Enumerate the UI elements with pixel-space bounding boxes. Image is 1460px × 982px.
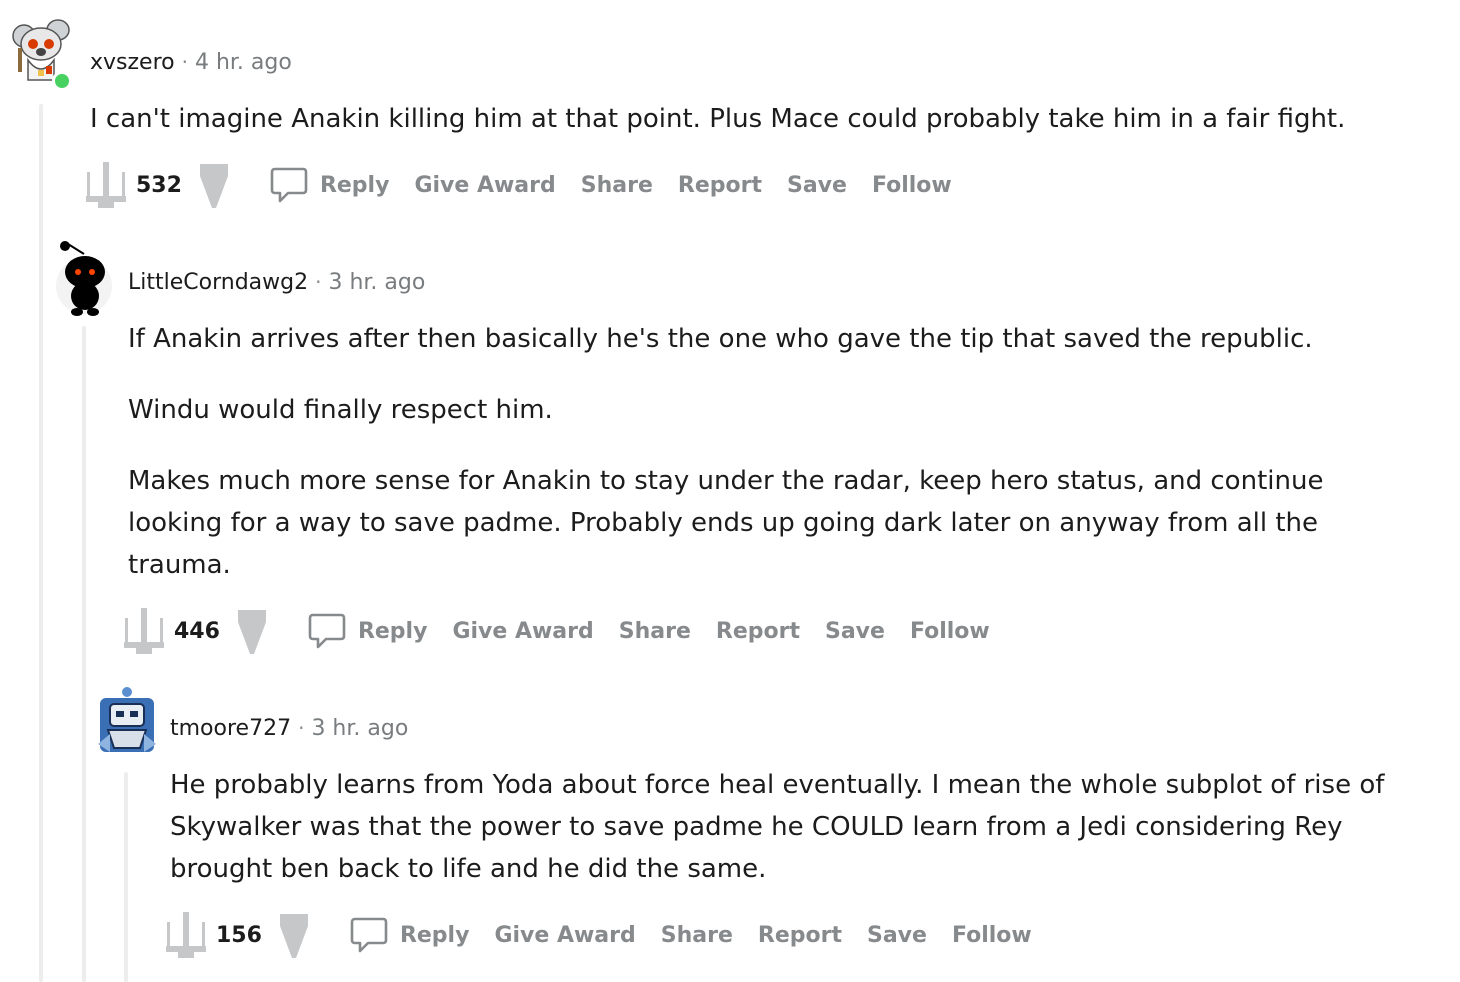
comment: tmoore727 · 3 hr. ago He probably learns… <box>0 676 1460 982</box>
reply-label: Reply <box>319 172 390 198</box>
save-button[interactable]: Save <box>825 619 885 644</box>
report-button[interactable]: Report <box>716 619 800 644</box>
comment-actions: 532 Reply Give Award Share Report Save F… <box>84 159 977 211</box>
separator: · <box>298 716 305 740</box>
share-button[interactable]: Share <box>619 619 691 644</box>
comment-actions: 446 Reply Give Award Share Report Save F… <box>122 605 1015 657</box>
give-award-button[interactable]: Give Award <box>414 173 555 198</box>
report-button[interactable]: Report <box>758 923 842 948</box>
reply-label: Reply <box>357 618 428 644</box>
comment-body: He probably learns from Yoda about force… <box>170 764 1420 890</box>
username[interactable]: xvszero <box>90 50 175 75</box>
comment-paragraph: If Anakin arrives after then basically h… <box>128 324 1313 354</box>
speech-bubble-icon <box>350 917 388 953</box>
comment-paragraph: He probably learns from Yoda about force… <box>170 770 1385 884</box>
comment-body: I can't imagine Anakin killing him at th… <box>90 98 1430 140</box>
comment: LittleCorndawg2 · 3 hr. ago If Anakin ar… <box>0 230 1460 670</box>
give-award-button[interactable]: Give Award <box>494 923 635 948</box>
save-button[interactable]: Save <box>867 923 927 948</box>
avatar[interactable] <box>96 684 158 756</box>
follow-button[interactable]: Follow <box>952 923 1032 948</box>
reply-label: Reply <box>399 922 470 948</box>
reply-button[interactable]: Reply <box>270 166 390 204</box>
downvote-icon <box>279 914 308 958</box>
xwing-upvote-icon <box>86 162 126 208</box>
comment-paragraph: Windu would finally respect him. <box>128 395 553 425</box>
downvote-button[interactable] <box>236 606 268 656</box>
reply-button[interactable]: Reply <box>308 612 428 650</box>
username[interactable]: tmoore727 <box>170 716 291 741</box>
snoo-avatar-icon <box>56 241 112 316</box>
comment-paragraph: I can't imagine Anakin killing him at th… <box>90 104 1346 134</box>
save-button[interactable]: Save <box>787 173 847 198</box>
downvote-icon <box>199 164 228 208</box>
separator: · <box>181 50 188 74</box>
timestamp[interactable]: 3 hr. ago <box>311 716 408 741</box>
vote-score: 156 <box>216 922 262 948</box>
report-button[interactable]: Report <box>678 173 762 198</box>
speech-bubble-icon <box>270 167 308 203</box>
reply-button[interactable]: Reply <box>350 916 470 954</box>
comment: xvszero · 4 hr. ago I can't imagine Anak… <box>0 0 1460 230</box>
separator: · <box>315 270 322 294</box>
downvote-button[interactable] <box>278 910 310 960</box>
timestamp[interactable]: 4 hr. ago <box>195 50 292 75</box>
vote-score: 446 <box>174 618 220 644</box>
comment-body: If Anakin arrives after then basically h… <box>128 318 1368 586</box>
share-button[interactable]: Share <box>581 173 653 198</box>
upvote-button[interactable] <box>164 910 208 960</box>
comment-meta: xvszero · 4 hr. ago <box>90 50 292 75</box>
follow-button[interactable]: Follow <box>910 619 990 644</box>
xwing-upvote-icon <box>166 912 206 958</box>
upvote-button[interactable] <box>84 160 128 210</box>
speech-bubble-icon <box>308 613 346 649</box>
timestamp[interactable]: 3 hr. ago <box>328 270 425 295</box>
upvote-button[interactable] <box>122 606 166 656</box>
avatar[interactable] <box>54 240 114 320</box>
xwing-upvote-icon <box>124 608 164 654</box>
online-status-badge <box>52 71 72 91</box>
downvote-button[interactable] <box>198 160 230 210</box>
share-button[interactable]: Share <box>661 923 733 948</box>
comment-meta: tmoore727 · 3 hr. ago <box>170 716 408 741</box>
username[interactable]: LittleCorndawg2 <box>128 270 308 295</box>
give-award-button[interactable]: Give Award <box>452 619 593 644</box>
comment-thread: xvszero · 4 hr. ago I can't imagine Anak… <box>0 0 1460 982</box>
vote-score: 532 <box>136 172 182 198</box>
comment-actions: 156 Reply Give Award Share Report Save F… <box>164 909 1057 961</box>
comment-paragraph: Makes much more sense for Anakin to stay… <box>128 466 1324 580</box>
follow-button[interactable]: Follow <box>872 173 952 198</box>
robot-avatar-icon <box>98 687 156 752</box>
comment-meta: LittleCorndawg2 · 3 hr. ago <box>128 270 425 295</box>
downvote-icon <box>237 610 266 654</box>
